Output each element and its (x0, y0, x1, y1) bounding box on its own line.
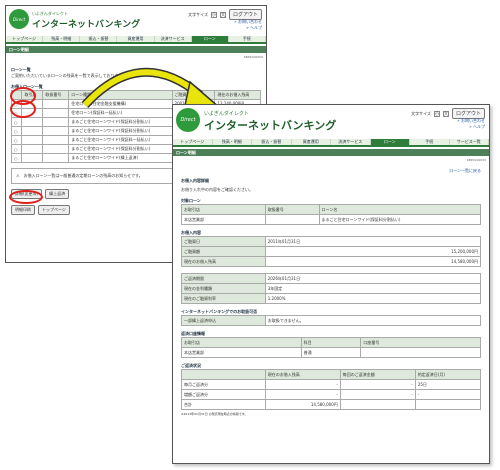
page-bar: ローン明細 (6, 46, 266, 53)
nav-balance[interactable]: 残高・明細 (43, 36, 81, 42)
nav-assets[interactable]: 資産運用 (292, 139, 331, 145)
radio[interactable]: ○ (10, 153, 23, 163)
repay-button[interactable]: 繰上返済 (45, 189, 70, 199)
top-button[interactable]: トップページ (38, 205, 70, 215)
global-nav: トップページ 残高・明細 振込・振替 資産運用 決済サービス ローン 手続 (6, 36, 266, 44)
detail-label: ご返済期限 (181, 273, 266, 284)
logo-subtitle: いよぎんダイレクト (204, 111, 249, 117)
nav-loan[interactable]: ローン (370, 139, 410, 145)
col-number: 取扱番号 (264, 204, 320, 215)
col-branch: お取引店 (181, 337, 302, 348)
radio[interactable]: ○ (10, 135, 23, 145)
col-kind: 科目 (300, 337, 362, 348)
nav-transfer[interactable]: 振込・振替 (80, 36, 118, 42)
nav-payment[interactable]: 決済サービス (155, 36, 192, 42)
nav-loan[interactable]: ローン (191, 36, 229, 42)
nav-balance[interactable]: 残高・明細 (213, 139, 252, 145)
print-button[interactable]: 明細印刷 (11, 205, 35, 215)
rate-table: ご返済期限 2026年01月31日 現在の金利種類 3年固定 現在のご融資利率 1.2… (181, 273, 482, 304)
nav-top[interactable]: トップページ (6, 36, 44, 42)
textsize-label: 文字サイズ (411, 110, 431, 116)
nav-transfer[interactable]: 振込・振替 (252, 139, 292, 145)
branch-value: 本店営業部 (181, 347, 302, 358)
header: Direct いよぎんダイレクト インターネットバンキング 文字サイズ 小 大 … (173, 105, 489, 139)
col-loan-name: ローン名 (318, 204, 482, 215)
nav-payment[interactable]: 決済サービス (331, 139, 371, 145)
global-nav: トップページ 残高・明細 振込・振替 資産運用 決済サービス ローン 手続 サー… (173, 139, 489, 147)
prepay-value: お取扱できません。 (264, 315, 482, 326)
textsize-small-button[interactable]: 小 (433, 110, 440, 117)
intro-text: お借り入れ中の内容をご確認ください。 (181, 187, 253, 192)
loan-name-value: まるごと住宅ローンワイド(保証料分割払い) (318, 214, 482, 225)
loan-detail-window: Direct いよぎんダイレクト インターネットバンキング 文字サイズ 小 大 … (172, 104, 490, 464)
nav-service-list[interactable]: サービス一覧 (450, 139, 489, 145)
prepay-label: 一部繰上返済申込 (181, 315, 266, 326)
back-to-list-link[interactable]: ローン一覧に戻る (181, 168, 481, 174)
col-repay-day: 約定返済日(月) (414, 369, 482, 380)
detail-value: 2011年01月31日 (264, 236, 482, 247)
detail-value: 3年固定 (264, 283, 482, 294)
col-repay-amount: 毎回のご返済金額 (339, 369, 416, 380)
footnote: ※2013年01月31日 の残高現在時点の情報です。 (181, 412, 248, 416)
nav-top[interactable]: トップページ (173, 139, 213, 145)
textsize-label: 文字サイズ (188, 11, 208, 17)
row-label: 合計 (181, 399, 266, 410)
kind-value: 普通 (300, 347, 362, 358)
info-icon: ⚠ (16, 173, 20, 178)
detail-label: 現在のお借入残高 (181, 256, 266, 267)
col-account-number: 口座番号 (360, 337, 481, 348)
col-balance: 現在のお借入残高 (264, 369, 341, 380)
target-loan-table: お取引店 取扱番号 ローン名 本店営業部 まるごと住宅ローンワイド(保証料分割払い) (181, 204, 482, 225)
logo-title: インターネットバンキング (32, 20, 141, 30)
help-link[interactable]: » ヘルプ (234, 25, 262, 31)
radio[interactable]: ○ (10, 126, 23, 136)
detail-label: ご融資額 (181, 246, 266, 257)
branch-value: 本店営業部 (181, 214, 266, 225)
number-value (264, 214, 320, 225)
textsize-large-button[interactable]: 大 (442, 110, 449, 117)
account-number-value (360, 347, 481, 358)
ib-handling-table: 一部繰上返済申込 お取扱できません。 (181, 315, 482, 326)
highlight-circle-button (9, 190, 43, 204)
header: Direct いよぎんダイレクト インターネットバンキング 文字サイズ 小 大 … (6, 6, 266, 36)
col-branch: お取引店 (181, 204, 266, 215)
detail-value: 15,200,000円 (264, 246, 482, 257)
repay-account-table: お取引店 科目 口座番号 本店営業部 普通 (181, 337, 481, 358)
col-number: 取扱番号 (42, 90, 70, 100)
corner-cell (181, 369, 266, 380)
loan-detail-table: ご融資日 2011年01月31日 ご融資額 15,200,000円 現在のお借入残高… (181, 236, 482, 267)
detail-label: 現在の金利種類 (181, 283, 266, 294)
textsize-large-button[interactable]: 大 (219, 11, 226, 18)
nav-procedures[interactable]: 手続 (410, 139, 450, 145)
logo-title: インターネットバンキング (204, 119, 337, 132)
bank-logo: Direct (9, 9, 29, 29)
nav-procedures[interactable]: 手続 (229, 36, 266, 42)
row-label: 増額ご返済分 (181, 389, 266, 400)
notice-text: お借入ローン一覧は一般普通の定期ローンの残高のお知らせです。 (23, 173, 143, 178)
repay-status-table: 現在のお借入残高 毎回のご返済金額 約定返済日(月) 毎月ご返済分 - -25日 増額ご… (181, 369, 482, 410)
detail-value: 2026年01月31日 (264, 273, 482, 284)
row-label: 毎月ご返済分 (181, 379, 266, 390)
detail-label: ご融資日 (181, 236, 266, 247)
radio[interactable]: ○ (10, 144, 23, 154)
bank-logo: Direct (176, 108, 200, 132)
page-bar: ローン明細 (173, 149, 489, 156)
nav-assets[interactable]: 資産運用 (117, 36, 155, 42)
detail-title: お借入内容詳細 (181, 178, 209, 183)
detail-value: 14,580,000円 (264, 256, 482, 267)
help-link[interactable]: » ヘルプ (457, 124, 485, 130)
detail-value: 1.2000% (264, 293, 482, 304)
textsize-small-button[interactable]: 小 (210, 11, 217, 18)
radio[interactable]: ○ (10, 117, 23, 127)
highlight-circle-radio2 (10, 100, 36, 118)
detail-label: 現在のご融資利率 (181, 293, 266, 304)
